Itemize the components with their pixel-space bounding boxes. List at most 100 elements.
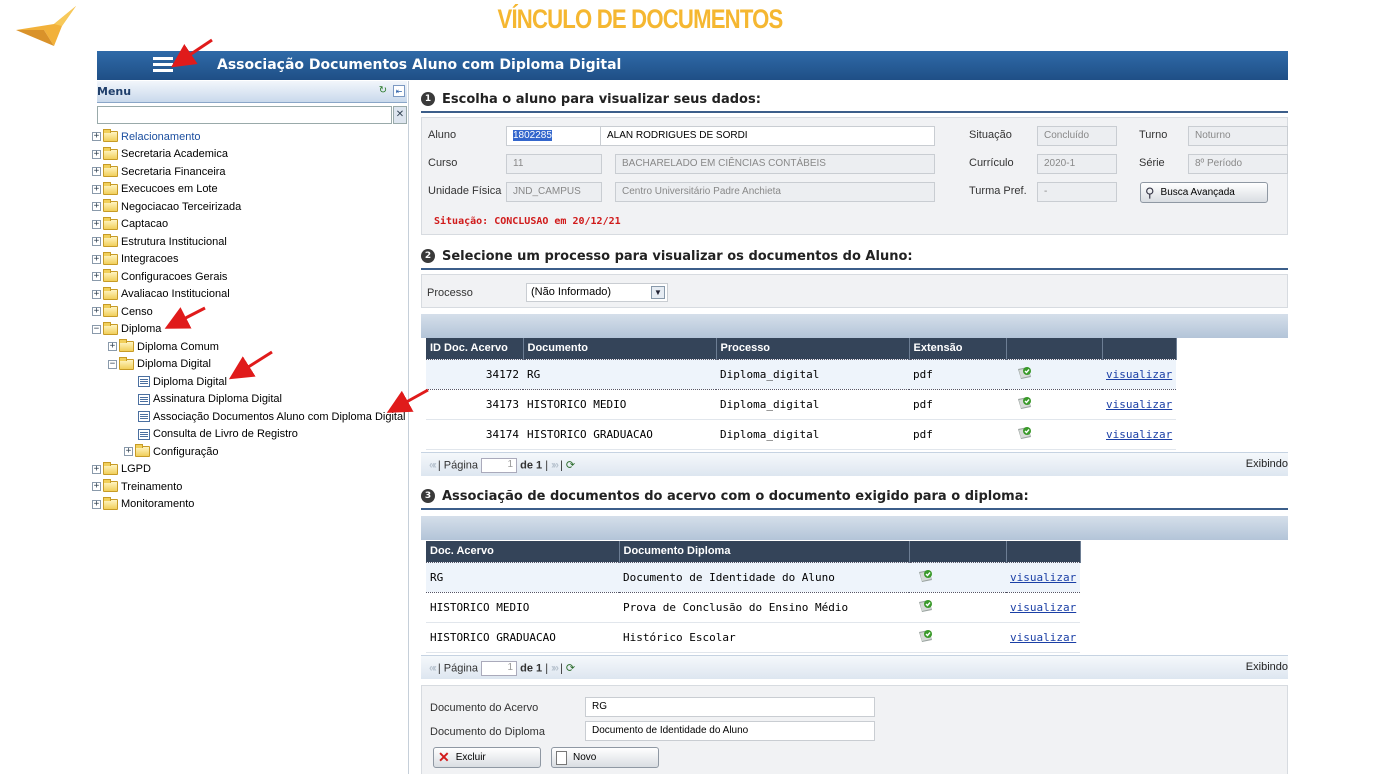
expand-icon[interactable]: +: [92, 149, 101, 159]
first-page-icon[interactable]: «‹: [429, 662, 437, 674]
table-row[interactable]: 34173 HISTORICO MEDIO Diploma_digital pdf vi…: [426, 389, 1177, 420]
page-input[interactable]: 1: [481, 661, 518, 676]
expand-icon[interactable]: +: [92, 272, 101, 281]
document-icon[interactable]: [917, 598, 935, 614]
expand-icon[interactable]: +: [92, 184, 101, 194]
refresh-icon[interactable]: ⟳: [566, 662, 575, 674]
visualizar-link[interactable]: visualizar: [1106, 398, 1172, 411]
document-icon[interactable]: [917, 568, 935, 584]
clear-search-icon[interactable]: ✕: [393, 106, 407, 124]
menu-item[interactable]: + Secretaria Academica: [92, 146, 228, 163]
aluno-name-input[interactable]: ALAN RODRIGUES DE SORDI: [600, 126, 935, 146]
column-header[interactable]: Documento: [523, 338, 717, 359]
divider: [421, 268, 1288, 270]
menu-item[interactable]: + Monitoramento: [92, 496, 194, 513]
menu-item[interactable]: Consulta de Livro de Registro: [138, 426, 298, 443]
processo-select[interactable]: (Não Informado) ▼: [526, 283, 668, 302]
expand-icon[interactable]: +: [92, 482, 101, 491]
table-row[interactable]: RG Documento de Identidade do Aluno visual…: [426, 561, 1081, 593]
splitter[interactable]: [408, 81, 409, 774]
visualizar-link[interactable]: visualizar: [1106, 368, 1172, 381]
expand-icon[interactable]: +: [92, 167, 101, 176]
first-page-icon[interactable]: «‹: [429, 459, 437, 471]
document-icon[interactable]: [917, 628, 935, 644]
document-icon[interactable]: [1016, 395, 1034, 411]
expand-icon[interactable]: +: [92, 132, 101, 141]
aluno-code-input[interactable]: 1802285: [506, 126, 602, 146]
document-icon[interactable]: [1016, 425, 1034, 441]
menu-item[interactable]: + Secretaria Financeira: [92, 163, 226, 180]
id-cell: 34173: [426, 389, 523, 420]
menu-item[interactable]: + Configuracoes Gerais: [92, 268, 227, 285]
refresh-icon[interactable]: ⟳: [566, 459, 575, 471]
table-row[interactable]: HISTORICO MEDIO Prova de Conclusão do Ens…: [426, 592, 1081, 623]
excluir-button[interactable]: ✕ Excluir: [433, 747, 541, 768]
expand-icon[interactable]: +: [92, 202, 101, 211]
column-header[interactable]: Documento Diploma: [619, 541, 910, 562]
busca-avancada-button[interactable]: ⚲ Busca Avançada: [1140, 182, 1268, 203]
expand-icon[interactable]: +: [92, 219, 101, 229]
table-row[interactable]: 34172 RG Diploma_digital pdf visualizar: [426, 358, 1177, 390]
collapse-icon[interactable]: −: [108, 359, 117, 369]
menu-header: Menu ↻ ⇤: [97, 81, 407, 103]
collapse-icon[interactable]: −: [92, 324, 101, 334]
expand-icon[interactable]: +: [108, 342, 117, 351]
column-header[interactable]: Processo: [716, 338, 910, 359]
id-cell: 34172: [426, 358, 523, 390]
visualizar-link[interactable]: visualizar: [1010, 571, 1076, 584]
expand-icon[interactable]: +: [92, 237, 101, 246]
visualizar-link[interactable]: visualizar: [1106, 428, 1172, 441]
table-row[interactable]: HISTORICO GRADUACAO Histórico Escolar visu…: [426, 622, 1081, 653]
menu-item[interactable]: + Negociacao Terceirizada: [92, 198, 241, 215]
menu-item[interactable]: + Avaliacao Institucional: [92, 286, 230, 303]
expand-icon[interactable]: +: [92, 499, 101, 509]
visualizar-link[interactable]: visualizar: [1010, 631, 1076, 644]
column-header[interactable]: [1006, 338, 1103, 359]
menu-item[interactable]: − Diploma Digital: [108, 356, 211, 373]
column-header[interactable]: Extensão: [909, 338, 1007, 359]
menu-item-label: Diploma: [121, 323, 162, 335]
menu-item[interactable]: + Captacao: [92, 216, 168, 233]
menu-item[interactable]: Assinatura Diploma Digital: [138, 391, 282, 408]
menu-item[interactable]: + Configuração: [124, 443, 218, 460]
menu-item[interactable]: Diploma Digital: [138, 373, 227, 390]
menu-item[interactable]: + Diploma Comum: [108, 338, 219, 355]
column-header[interactable]: [1006, 541, 1081, 562]
menu-item[interactable]: + Censo: [92, 303, 153, 320]
menu-item[interactable]: − Diploma: [92, 321, 161, 338]
busca-avancada-label: Busca Avançada: [1160, 187, 1235, 198]
expand-icon[interactable]: +: [124, 447, 133, 456]
menu-item[interactable]: + Treinamento: [92, 478, 182, 495]
column-header[interactable]: [1102, 338, 1177, 359]
expand-icon[interactable]: +: [92, 464, 101, 474]
expand-icon[interactable]: +: [92, 254, 101, 264]
menu-search-input[interactable]: [97, 106, 392, 124]
document-icon[interactable]: [1016, 365, 1034, 381]
menu-item[interactable]: + Integracoes: [92, 251, 178, 268]
column-header[interactable]: Doc. Acervo: [426, 541, 620, 562]
page-input[interactable]: 1: [481, 458, 518, 473]
menu-item[interactable]: + Execucoes em Lote: [92, 181, 218, 198]
column-header[interactable]: [909, 541, 1007, 562]
menu-item[interactable]: Associação Documentos Aluno com Diploma …: [138, 408, 406, 425]
column-header[interactable]: ID Doc. Acervo: [426, 338, 524, 359]
collapse-menu-icon[interactable]: ⇤: [393, 85, 405, 97]
diploma-input[interactable]: Documento de Identidade do Aluno: [585, 721, 875, 741]
expand-icon[interactable]: +: [92, 289, 101, 299]
last-page-icon[interactable]: ›»: [551, 459, 559, 471]
acervo-input[interactable]: RG: [585, 697, 875, 717]
last-page-icon[interactable]: ›»: [551, 662, 559, 674]
expand-icon[interactable]: +: [92, 307, 101, 316]
hamburger-icon[interactable]: [153, 57, 173, 73]
curso-code-input: 11: [506, 154, 602, 174]
novo-button[interactable]: Novo: [551, 747, 659, 768]
documents-grid: ID Doc. Acervo Documento Processo Extensão 3…: [426, 338, 1177, 450]
visualizar-link[interactable]: visualizar: [1010, 601, 1076, 614]
curso-name-input: BACHARELADO EM CIÊNCIAS CONTÁBEIS: [615, 154, 935, 174]
menu-item[interactable]: + Relacionamento: [92, 128, 201, 145]
chevron-down-icon: ▼: [651, 286, 665, 299]
menu-item[interactable]: + LGPD: [92, 461, 151, 478]
table-row[interactable]: 34174 HISTORICO GRADUACAO Diploma_digital p…: [426, 419, 1177, 450]
menu-item[interactable]: + Estrutura Institucional: [92, 233, 227, 250]
refresh-icon[interactable]: ↻: [377, 85, 389, 97]
